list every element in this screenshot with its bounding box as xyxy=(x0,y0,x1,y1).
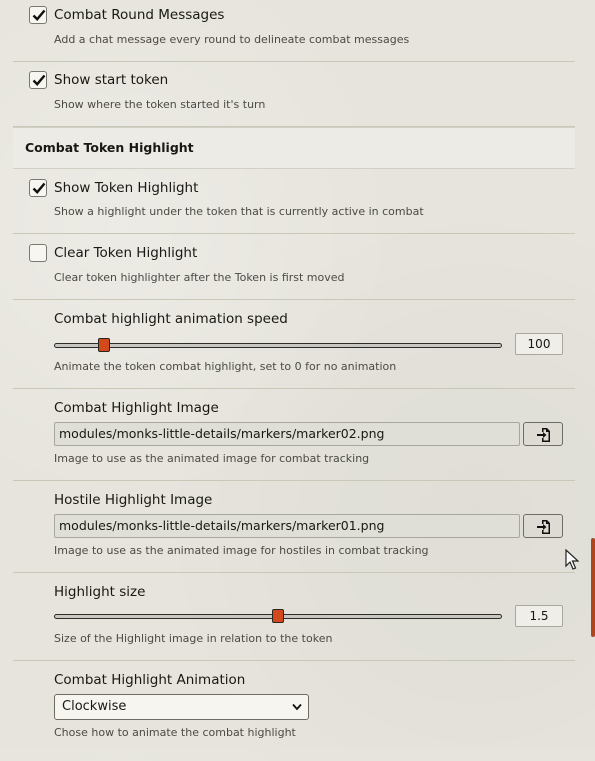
show-start-token-label: Show start token xyxy=(54,72,169,88)
show-start-token-hint: Show where the token started it's turn xyxy=(54,98,266,111)
animation-speed-value: 100 xyxy=(515,333,563,355)
setting-combat-round-messages: Combat Round Messages Add a chat message… xyxy=(13,0,575,62)
section-title: Combat Token Highlight xyxy=(25,140,194,155)
show-token-highlight-checkbox[interactable] xyxy=(29,179,47,197)
chevron-down-icon xyxy=(292,703,302,711)
combat-highlight-image-hint: Image to use as the animated image for c… xyxy=(54,452,370,465)
animation-speed-hint: Animate the token combat highlight, set … xyxy=(54,360,397,373)
hostile-highlight-image-input[interactable]: modules/monks-little-details/markers/mar… xyxy=(54,514,520,538)
setting-show-token-highlight: Show Token Highlight Show a highlight un… xyxy=(13,168,575,234)
combat-highlight-animation-selected: Clockwise xyxy=(62,699,127,714)
highlight-size-slider-thumb[interactable] xyxy=(272,609,284,623)
highlight-size-label: Highlight size xyxy=(54,584,146,600)
setting-show-start-token: Show start token Show where the token st… xyxy=(13,61,575,127)
hostile-highlight-image-label: Hostile Highlight Image xyxy=(54,492,213,508)
combat-round-messages-hint: Add a chat message every round to deline… xyxy=(54,33,410,46)
hostile-highlight-image-hint: Image to use as the animated image for h… xyxy=(54,544,429,557)
combat-highlight-animation-select[interactable]: Clockwise xyxy=(54,694,309,720)
setting-highlight-size: Highlight size 1.5 Size of the Highlight… xyxy=(13,573,575,661)
animation-speed-label: Combat highlight animation speed xyxy=(54,311,288,327)
file-import-icon xyxy=(537,520,550,534)
animation-speed-slider-thumb[interactable] xyxy=(98,338,110,352)
highlight-size-hint: Size of the Highlight image in relation … xyxy=(54,632,333,645)
setting-animation-speed: Combat highlight animation speed 100 Ani… xyxy=(13,300,575,389)
setting-hostile-highlight-image: Hostile Highlight Image modules/monks-li… xyxy=(13,481,575,573)
section-header-combat-token-highlight: Combat Token Highlight xyxy=(13,127,575,169)
highlight-size-value: 1.5 xyxy=(515,605,563,627)
show-token-highlight-hint: Show a highlight under the token that is… xyxy=(54,205,424,218)
combat-highlight-image-input[interactable]: modules/monks-little-details/markers/mar… xyxy=(54,422,520,446)
combat-round-messages-label: Combat Round Messages xyxy=(54,7,225,23)
hostile-highlight-image-file-picker-button[interactable] xyxy=(523,514,563,538)
combat-highlight-animation-label: Combat Highlight Animation xyxy=(54,672,246,688)
file-import-icon xyxy=(537,428,550,442)
show-start-token-checkbox[interactable] xyxy=(29,71,47,89)
clear-token-highlight-label: Clear Token Highlight xyxy=(54,245,198,261)
check-icon xyxy=(32,9,46,21)
scrollbar-thumb[interactable] xyxy=(591,538,595,637)
combat-highlight-image-file-picker-button[interactable] xyxy=(523,422,563,446)
clear-token-highlight-checkbox[interactable] xyxy=(29,244,47,262)
check-icon xyxy=(32,74,46,86)
setting-combat-highlight-animation: Combat Highlight Animation Clockwise Cho… xyxy=(13,661,575,761)
setting-clear-token-highlight: Clear Token Highlight Clear token highli… xyxy=(13,234,575,300)
show-token-highlight-label: Show Token Highlight xyxy=(54,180,199,196)
clear-token-highlight-hint: Clear token highlighter after the Token … xyxy=(54,271,345,284)
combat-highlight-animation-hint: Chose how to animate the combat highligh… xyxy=(54,726,296,739)
animation-speed-slider-track[interactable] xyxy=(54,343,502,348)
check-icon xyxy=(32,182,46,194)
setting-combat-highlight-image: Combat Highlight Image modules/monks-lit… xyxy=(13,389,575,481)
mouse-pointer-icon xyxy=(565,549,579,570)
combat-highlight-image-label: Combat Highlight Image xyxy=(54,400,219,416)
combat-round-messages-checkbox[interactable] xyxy=(29,6,47,24)
